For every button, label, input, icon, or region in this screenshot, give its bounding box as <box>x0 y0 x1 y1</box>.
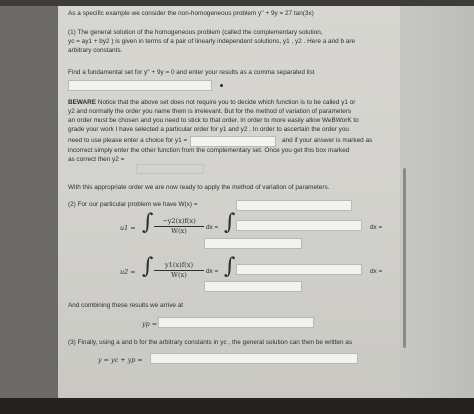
u2-integrand-input[interactable] <box>236 264 362 275</box>
integral-sign-u1: ∫ <box>142 210 154 235</box>
u2-result-input[interactable] <box>204 281 302 292</box>
yp-label: yp = <box>142 320 158 328</box>
u2-fraction: y1(x)f(x) W(x) <box>154 261 204 279</box>
general-solution-label: y = yc + yp = <box>98 356 143 364</box>
screen-bezel-bottom <box>0 398 474 414</box>
u2-dx-label: dx = <box>206 268 219 275</box>
beware-line1: BEWARE Notice that the above set does no… <box>68 99 355 108</box>
part1-line3: arbitrary constants. <box>68 47 123 54</box>
beware-line5b: and if your answer is marked as <box>282 137 373 144</box>
scrollbar[interactable] <box>403 168 406 348</box>
wronskian-input[interactable] <box>236 200 352 211</box>
beware-text-1: Notice that the above set does not requi… <box>97 99 356 106</box>
u1-dx-end: dx = <box>370 224 383 231</box>
u1-denominator: W(x) <box>171 226 187 235</box>
intro-text: As a specific example we consider the no… <box>68 10 314 17</box>
part1-line1: (1) The general solution of the homogene… <box>68 29 323 36</box>
y2-display-box <box>136 164 204 174</box>
u1-fraction: −y2(x)f(x) W(x) <box>154 217 204 235</box>
fundamental-set-input[interactable] <box>68 80 212 91</box>
beware-line7: as correct then y2 = <box>68 156 125 163</box>
part3-prompt: (3) Finally, using a and b for the arbit… <box>68 339 353 346</box>
u1-numerator: −y2(x)f(x) <box>154 217 204 227</box>
u2-dx-end: dx = <box>370 268 383 275</box>
fundamental-set-prompt: Find a fundamental set for y'' + 9y = 0 … <box>68 69 315 76</box>
combine-text: And combining these results we arrive at <box>68 302 184 309</box>
answer-status-icon <box>220 84 223 87</box>
u1-label: u1 = <box>120 224 136 232</box>
y1-choice-input[interactable] <box>190 136 276 147</box>
u2-numerator: y1(x)f(x) <box>154 261 204 271</box>
u1-result-input[interactable] <box>204 238 302 249</box>
wronskian-prompt: (2) For our particular problem we have W… <box>68 201 198 208</box>
part1-line2: yc = ay1 + by2 ) is given in terms of a … <box>68 38 356 45</box>
order-text: With this appropriate order we are now r… <box>68 184 330 191</box>
general-solution-input[interactable] <box>150 353 358 364</box>
page-margin-right <box>400 6 474 400</box>
beware-line6: incorrect simply enter the other functio… <box>68 147 350 154</box>
problem-page: As a specific example we consider the no… <box>58 6 400 400</box>
integral-sign-u1-right: ∫ <box>224 210 236 235</box>
integral-sign-u2: ∫ <box>142 254 154 279</box>
beware-line5a: need to use please enter a choice for y1… <box>68 137 188 144</box>
integral-sign-u2-right: ∫ <box>224 254 236 279</box>
beware-line2: y2 and normally the order you name them … <box>68 108 352 115</box>
u1-integrand-input[interactable] <box>236 220 362 231</box>
yp-input[interactable] <box>158 317 314 328</box>
beware-line4: grade your work I have selected a partic… <box>68 126 349 133</box>
u1-dx-label: dx = <box>206 224 219 231</box>
beware-label: BEWARE <box>68 99 97 106</box>
beware-line3: an order must be chosen and you need to … <box>68 117 359 124</box>
u2-denominator: W(x) <box>171 270 187 279</box>
u2-label: u2 = <box>120 268 136 276</box>
